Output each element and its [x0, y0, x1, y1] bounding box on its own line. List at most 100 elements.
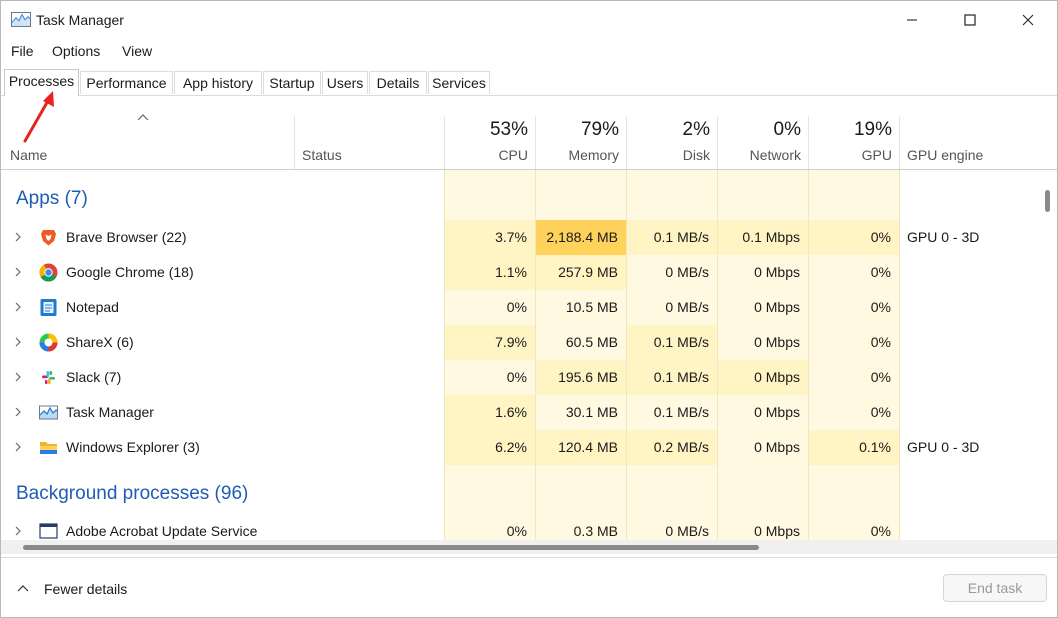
footer: Fewer details End task	[1, 557, 1057, 617]
menu-view[interactable]: View	[122, 43, 152, 59]
annotation-arrow-icon	[23, 91, 54, 143]
minimize-icon	[907, 19, 917, 21]
tab-users[interactable]: Users	[322, 71, 368, 94]
network-cell: 0 Mbps	[754, 439, 800, 455]
memory-cell: 2,188.4 MB	[536, 220, 626, 255]
chevron-right-icon[interactable]	[13, 525, 23, 537]
horizontal-scrollbar[interactable]	[1, 540, 1039, 554]
cpu-cell: 3.7%	[445, 220, 535, 255]
header-gpu-engine[interactable]: GPU engine	[907, 147, 983, 163]
minimize-button[interactable]	[883, 1, 941, 39]
chevron-right-icon[interactable]	[13, 301, 23, 313]
header-disk-percent[interactable]: 2%	[627, 119, 710, 141]
header-gpu-percent[interactable]: 19%	[809, 119, 892, 141]
header-memory-percent[interactable]: 79%	[536, 119, 619, 141]
chevron-right-icon[interactable]	[13, 266, 23, 278]
table-row[interactable]: Slack (7) 0% 195.6 MB 0.1 MB/s 0 Mbps 0%	[1, 360, 1039, 395]
vertical-scrollbar[interactable]	[1040, 170, 1056, 540]
process-list: Apps (7) Brave Browser (22) 3.7% 2,188.4…	[1, 170, 1039, 540]
table-row[interactable]: Task Manager 1.6% 30.1 MB 0.1 MB/s 0 Mbp…	[1, 395, 1039, 430]
header-network[interactable]: Network	[718, 147, 801, 163]
header-disk[interactable]: Disk	[627, 147, 710, 163]
fewer-details-link[interactable]: Fewer details	[44, 581, 127, 597]
process-name: Google Chrome (18)	[66, 264, 194, 280]
header-status[interactable]: Status	[302, 147, 342, 163]
tab-performance[interactable]: Performance	[80, 71, 173, 94]
process-name: Slack (7)	[66, 369, 122, 385]
disk-cell: 0.1 MB/s	[627, 325, 717, 360]
disk-cell: 0.2 MB/s	[627, 430, 717, 465]
scrollbar-corner	[1039, 540, 1057, 554]
table-row[interactable]: Brave Browser (22) 3.7% 2,188.4 MB 0.1 M…	[1, 220, 1039, 255]
disk-cell: 0 MB/s	[665, 523, 709, 539]
task-manager-icon	[39, 405, 58, 420]
chevron-right-icon[interactable]	[13, 371, 23, 383]
column-header: Name Status 53% CPU 79% Memory 2% Disk 0…	[1, 96, 1057, 170]
process-name: Windows Explorer (3)	[66, 439, 200, 455]
vertical-scroll-thumb[interactable]	[1045, 190, 1050, 212]
gpu-engine-cell: GPU 0 - 3D	[907, 439, 980, 455]
cpu-cell: 1.1%	[445, 255, 535, 290]
cpu-cell: 1.6%	[445, 395, 535, 430]
notepad-icon	[40, 299, 57, 316]
disk-cell: 0.1 MB/s	[627, 220, 717, 255]
header-memory[interactable]: Memory	[536, 147, 619, 163]
gpu-cell: 0%	[870, 369, 891, 385]
network-cell: 0 Mbps	[754, 334, 800, 350]
horizontal-scroll-thumb[interactable]	[23, 545, 759, 550]
chevron-right-icon[interactable]	[13, 231, 23, 243]
brave-icon	[41, 230, 56, 246]
tab-services[interactable]: Services	[428, 71, 490, 94]
close-button[interactable]	[999, 1, 1057, 39]
memory-cell: 195.6 MB	[536, 360, 626, 395]
table-row[interactable]: Google Chrome (18) 1.1% 257.9 MB 0 MB/s …	[1, 255, 1039, 290]
cpu-cell: 7.9%	[445, 325, 535, 360]
memory-cell: 30.1 MB	[565, 404, 618, 420]
cpu-cell: 6.2%	[445, 430, 535, 465]
table-row[interactable]: Windows Explorer (3) 6.2% 120.4 MB 0.2 M…	[1, 430, 1039, 465]
close-icon	[1022, 14, 1034, 26]
gpu-cell: 0%	[870, 299, 891, 315]
header-divider[interactable]	[294, 116, 295, 169]
process-name: Task Manager	[66, 404, 154, 420]
memory-cell: 0.3 MB	[573, 523, 618, 539]
disk-cell: 0 MB/s	[665, 264, 709, 280]
table-row[interactable]: ShareX (6) 7.9% 60.5 MB 0.1 MB/s 0 Mbps …	[1, 325, 1039, 360]
tab-strip: Processes Performance App history Startu…	[1, 69, 1057, 96]
end-task-button[interactable]: End task	[943, 574, 1047, 602]
disk-cell: 0 MB/s	[665, 299, 709, 315]
task-manager-icon	[11, 12, 31, 27]
network-cell: 0 Mbps	[754, 404, 800, 420]
task-manager-window: Task Manager File Options View Processes…	[0, 0, 1058, 618]
sort-ascending-icon[interactable]	[137, 113, 149, 121]
network-cell: 0 Mbps	[754, 523, 800, 539]
header-network-percent[interactable]: 0%	[718, 119, 801, 141]
folder-icon	[40, 442, 57, 454]
header-divider[interactable]	[899, 116, 900, 169]
chevron-up-icon[interactable]	[17, 584, 29, 592]
header-cpu[interactable]: CPU	[445, 147, 528, 163]
gpu-cell: 0.1%	[809, 430, 899, 465]
menu-file[interactable]: File	[11, 43, 34, 59]
menu-options[interactable]: Options	[52, 43, 100, 59]
chevron-right-icon[interactable]	[13, 441, 23, 453]
header-name[interactable]: Name	[10, 147, 47, 163]
header-cpu-percent[interactable]: 53%	[445, 119, 528, 141]
table-row[interactable]: Adobe Acrobat Update Service 0% 0.3 MB 0…	[1, 514, 1039, 540]
tab-app-history[interactable]: App history	[174, 71, 262, 94]
maximize-button[interactable]	[941, 1, 999, 39]
cpu-cell: 0%	[506, 299, 527, 315]
table-row[interactable]: Notepad 0% 10.5 MB 0 MB/s 0 Mbps 0%	[1, 290, 1039, 325]
background-group-header[interactable]: Background processes (96)	[16, 483, 248, 505]
sharex-icon	[39, 333, 58, 352]
apps-group-header[interactable]: Apps (7)	[16, 188, 88, 210]
tab-details[interactable]: Details	[369, 71, 427, 94]
header-gpu[interactable]: GPU	[809, 147, 892, 163]
slack-icon	[42, 371, 55, 384]
title-bar: Task Manager	[1, 1, 1057, 39]
process-name: Notepad	[66, 299, 119, 315]
tab-startup[interactable]: Startup	[263, 71, 321, 94]
chrome-icon	[39, 263, 58, 282]
chevron-right-icon[interactable]	[13, 406, 23, 418]
chevron-right-icon[interactable]	[13, 336, 23, 348]
